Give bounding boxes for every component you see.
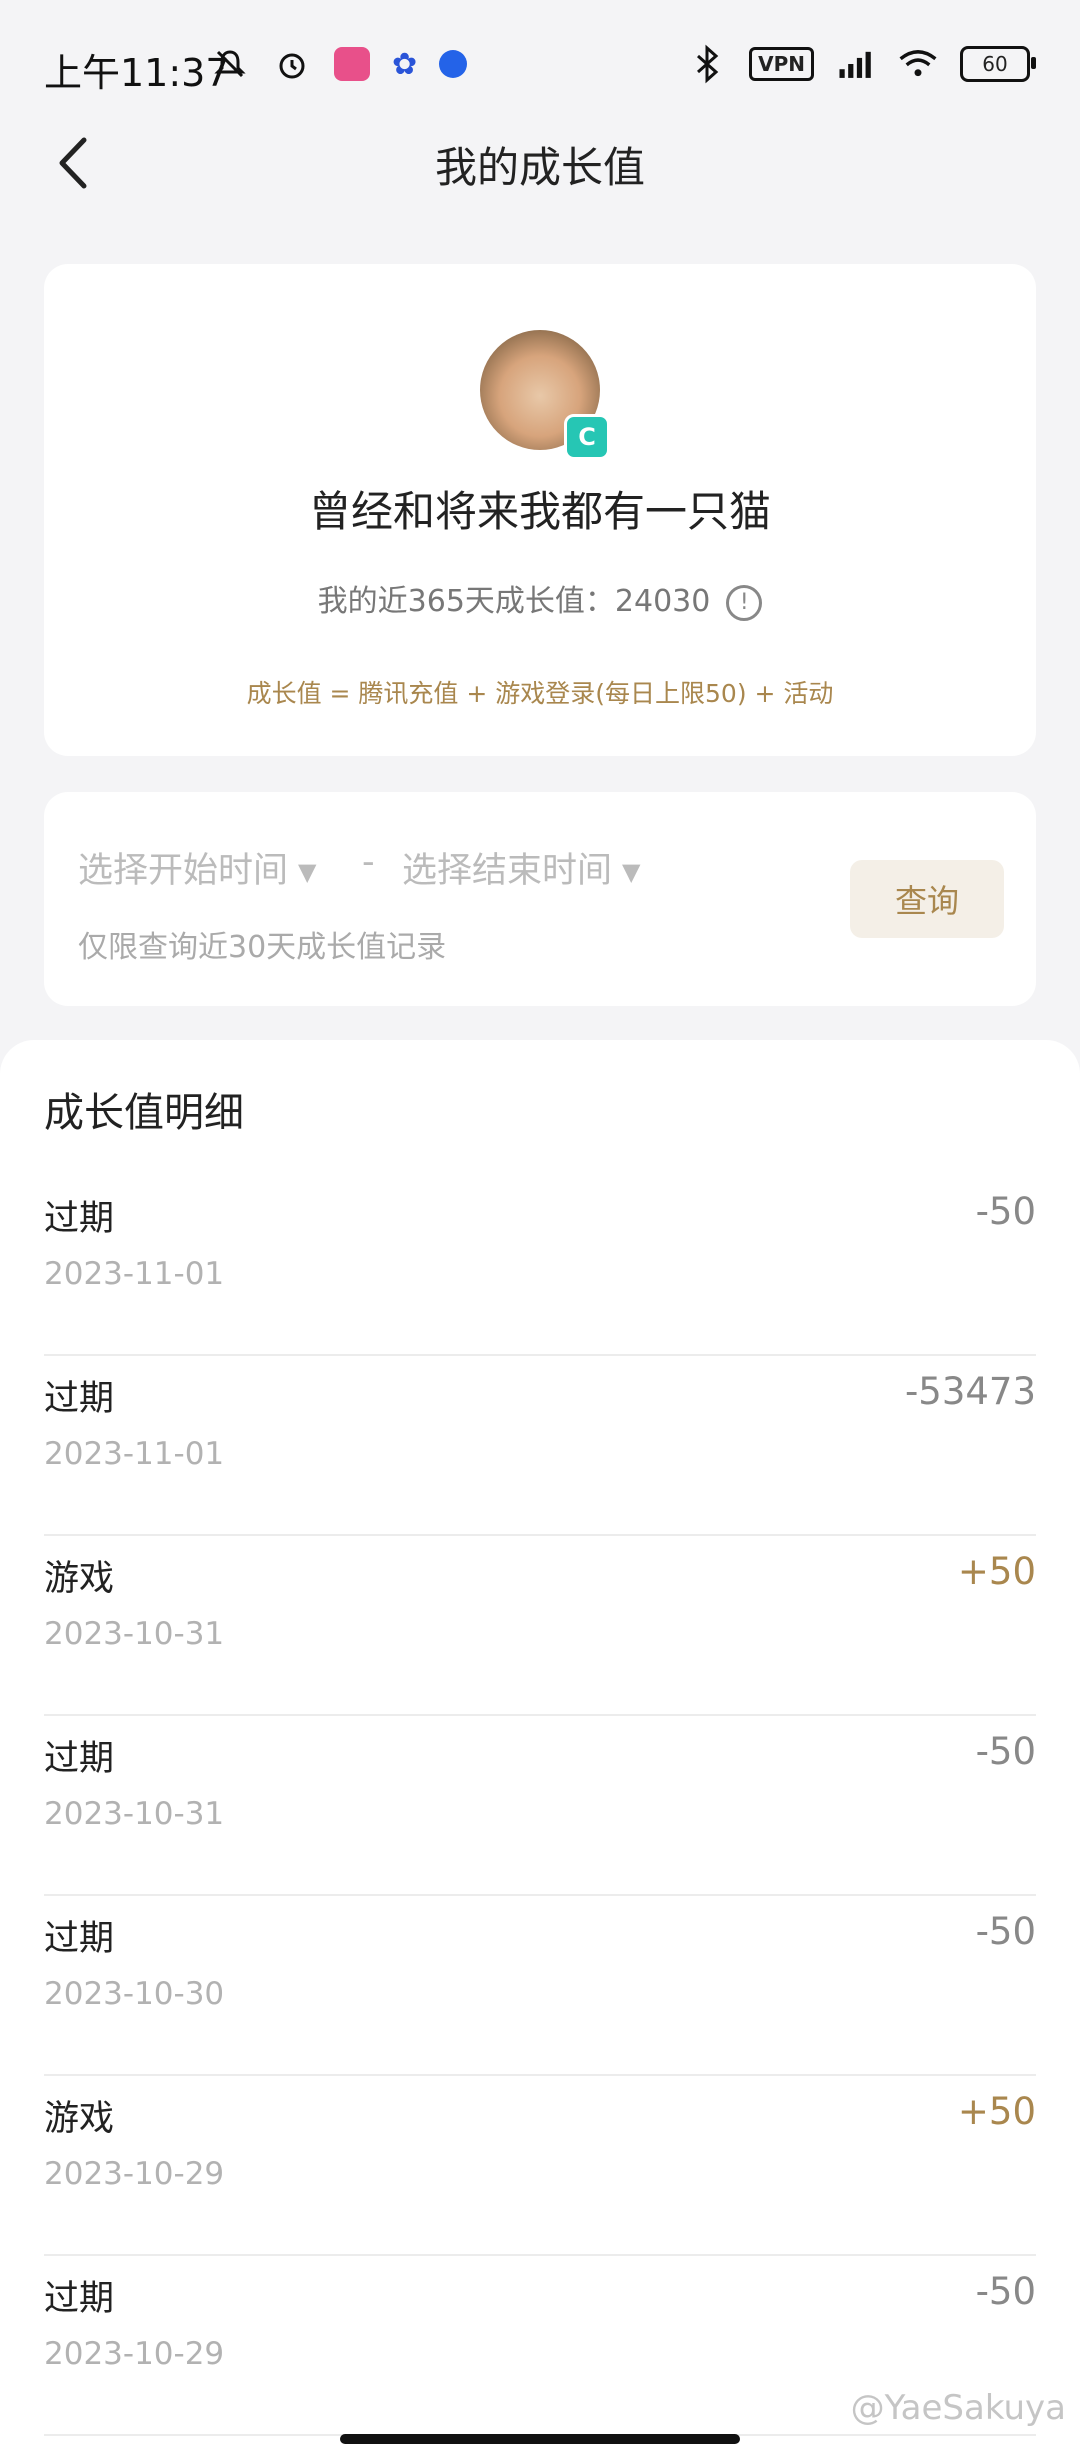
end-date-picker[interactable]: 选择结束时间 ▼ [402,842,640,893]
record-list: 过期 2023-11-01 -50 过期 2023-11-01 -53473 游… [44,1176,1036,2436]
bluetooth-icon [687,44,727,84]
record-amount: +50 [957,2090,1036,2133]
record-amount: -53473 [904,1370,1036,1413]
alarm-icon [272,44,312,84]
date-separator: - [362,842,375,882]
record-type: 过期 [44,1199,115,1239]
list-item: 过期 2023-11-01 -50 [44,1176,1036,1356]
list-item: 游戏 2023-10-29 +50 [44,2076,1036,2256]
watermark: @YaeSakuya [850,2388,1066,2428]
paw-icon: ✿ [392,46,418,82]
detail-title: 成长值明细 [44,1090,244,1136]
growth-formula: 成长值 = 腾讯充值 + 游戏登录(每日上限50) + 活动 [246,679,834,708]
record-amount: -50 [975,1730,1036,1773]
app-notification-icon [334,47,370,81]
record-date: 2023-10-29 [44,2156,225,2192]
vpn-icon: VPN [749,47,814,81]
nickname: 曾经和将来我都有一只猫 [308,487,771,536]
record-type: 游戏 [44,2099,115,2139]
record-amount: +50 [957,1550,1036,1593]
record-date: 2023-10-29 [44,2336,225,2372]
page-title: 我的成长值 [434,143,645,192]
status-bar: 上午11:37 ✿ VPN 60 [0,0,1080,130]
growth-summary: 我的近365天成长值：24030! [44,576,1036,621]
query-hint: 仅限查询近30天成长值记录 [78,930,447,965]
status-left-icons: ✿ [210,44,468,84]
record-date: 2023-10-30 [44,1976,225,2012]
record-type: 游戏 [44,1559,115,1599]
start-date-label: 选择开始时间 [78,851,289,891]
detail-panel: 成长值明细 过期 2023-11-01 -50 过期 2023-11-01 -5… [0,1040,1080,2460]
list-item: 过期 2023-10-30 -50 [44,1896,1036,2076]
mute-icon [210,44,250,84]
record-date: 2023-10-31 [44,1616,225,1652]
list-item: 过期 2023-11-01 -53473 [44,1356,1036,1536]
record-amount: -50 [975,1190,1036,1233]
record-amount: -50 [975,1910,1036,1953]
record-amount: -50 [975,2270,1036,2313]
start-date-picker[interactable]: 选择开始时间 ▼ [78,842,316,893]
end-date-label: 选择结束时间 [402,851,613,891]
record-type: 过期 [44,1739,115,1779]
battery-icon: 60 [960,46,1036,82]
growth-summary-text: 我的近365天成长值：24030 [317,584,711,619]
query-button[interactable]: 查询 [850,860,1004,938]
profile-card: C 曾经和将来我都有一只猫 我的近365天成长值：24030! 成长值 = 腾讯… [44,264,1036,756]
status-time: 上午11:37 [44,51,230,95]
record-type: 过期 [44,1919,115,1959]
app-dot-icon [439,50,468,78]
query-card: 选择开始时间 ▼ - 选择结束时间 ▼ 仅限查询近30天成长值记录 查询 [44,792,1036,1006]
caret-down-icon: ▼ [622,858,641,886]
record-date: 2023-10-31 [44,1796,225,1832]
caret-down-icon: ▼ [298,858,317,886]
list-item: 游戏 2023-10-31 +50 [44,1536,1036,1716]
list-item: 过期 2023-10-31 -50 [44,1716,1036,1896]
record-type: 过期 [44,1379,115,1419]
signal-icon [836,44,876,84]
status-right-icons: VPN 60 [687,44,1036,84]
home-indicator[interactable] [340,2434,740,2444]
record-date: 2023-11-01 [44,1256,225,1292]
wifi-icon [898,44,938,84]
avatar-badge: C [564,414,610,460]
record-type: 过期 [44,2279,115,2319]
info-icon[interactable]: ! [726,584,763,621]
record-date: 2023-11-01 [44,1436,225,1472]
